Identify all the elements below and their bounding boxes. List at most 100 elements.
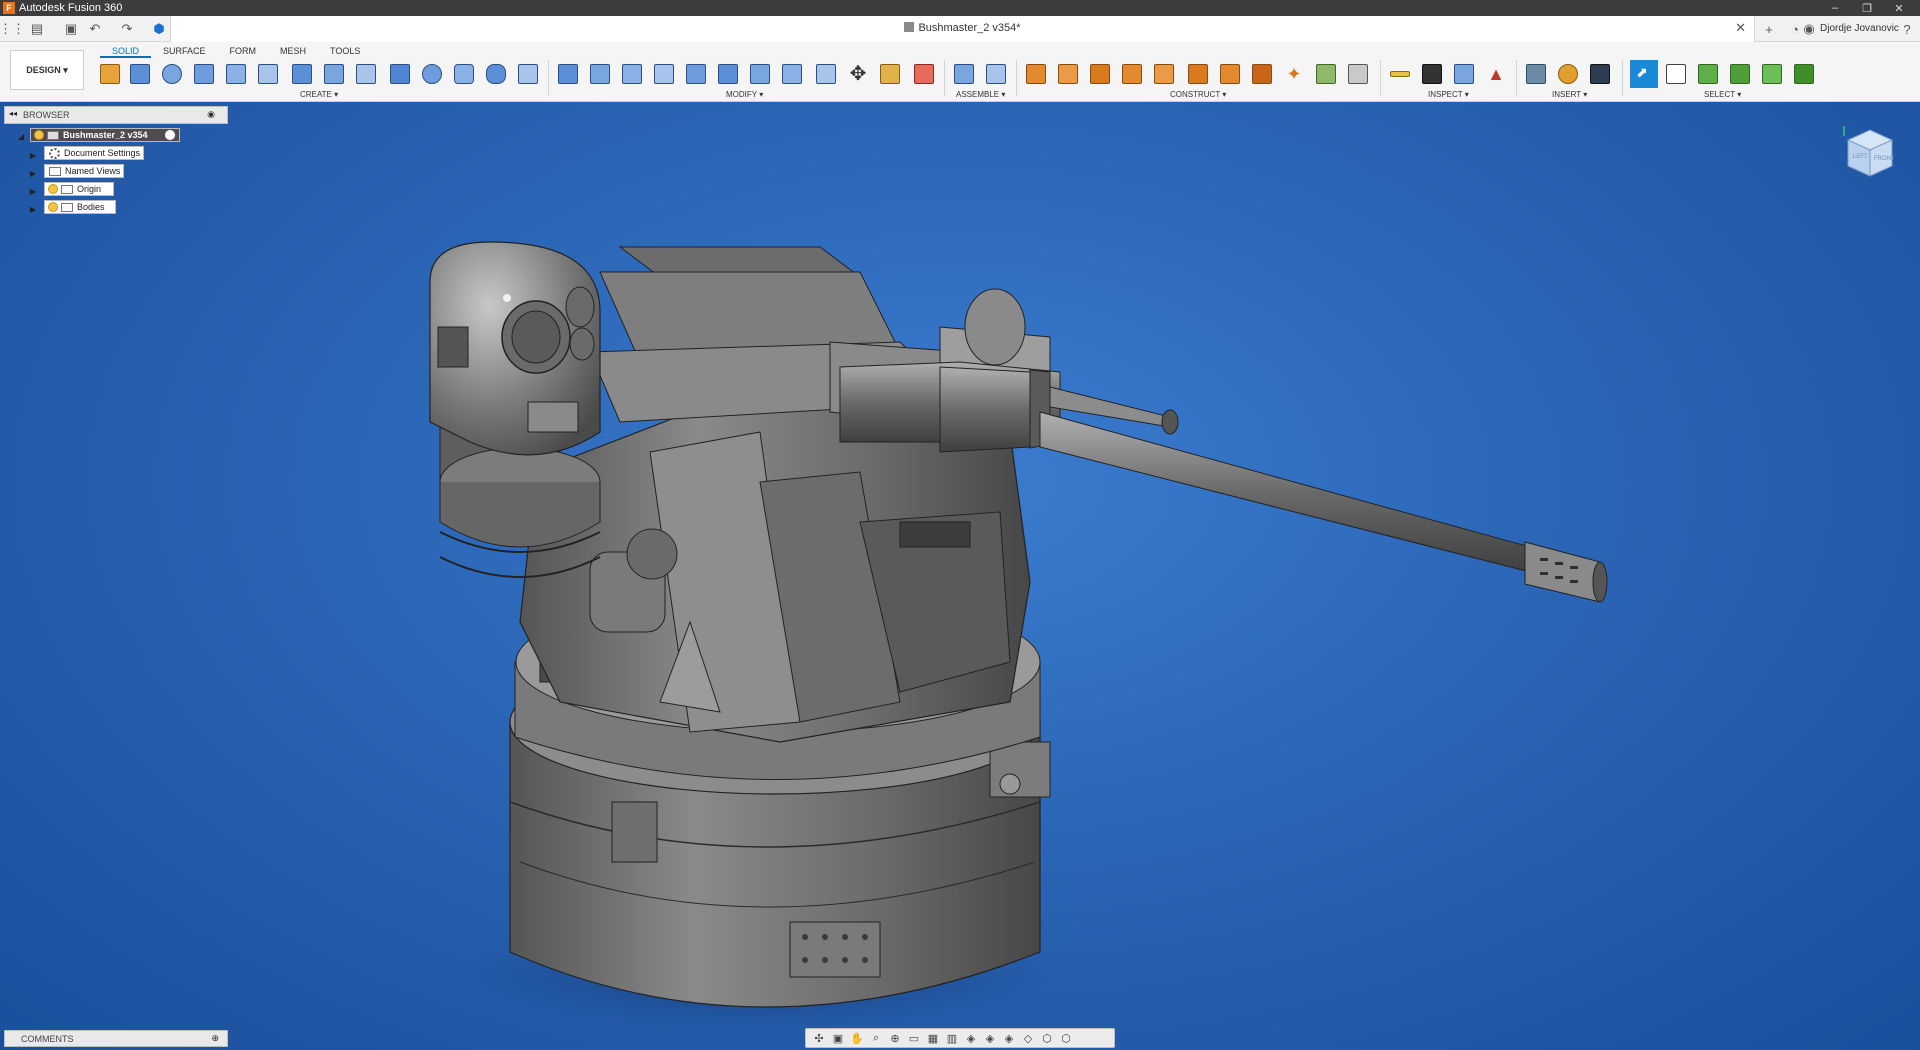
browser-item-bodies[interactable]: Bodies: [44, 200, 116, 214]
tab-surface[interactable]: SURFACE: [151, 45, 218, 58]
web-tool[interactable]: [290, 62, 314, 86]
look-at-icon[interactable]: ▣: [831, 1031, 845, 1045]
viewports-icon[interactable]: ▥: [945, 1031, 959, 1045]
pattern-tool[interactable]: [354, 62, 378, 86]
align-tool[interactable]: [878, 62, 902, 86]
expand-arrow-icon[interactable]: ▶: [28, 168, 38, 178]
browser-item-named-views[interactable]: Named Views: [44, 164, 124, 178]
point-tool[interactable]: ✦: [1282, 62, 1306, 86]
sphere-tool[interactable]: [420, 62, 444, 86]
chamfer-tool[interactable]: [620, 62, 644, 86]
new-tab-button[interactable]: +: [1760, 20, 1778, 38]
visibility-bulb-icon[interactable]: [48, 202, 58, 212]
scale-tool[interactable]: [716, 62, 740, 86]
zebra-analysis-tool[interactable]: ▲: [1484, 62, 1508, 86]
shell-tool[interactable]: [652, 62, 676, 86]
new-component-tool[interactable]: [952, 62, 976, 86]
revolve-tool[interactable]: [160, 62, 184, 86]
job-status-icon[interactable]: ⬢: [150, 20, 168, 38]
axis-perpendicular-tool[interactable]: [1218, 62, 1242, 86]
view-top-icon[interactable]: ◈: [983, 1031, 997, 1045]
axis-tool[interactable]: [1314, 62, 1338, 86]
loft-tool[interactable]: [224, 62, 248, 86]
canvas-viewport[interactable]: [0, 102, 1920, 1050]
select-tool[interactable]: ⬈: [1630, 60, 1658, 88]
assemble-menu[interactable]: ASSEMBLE ▾: [956, 90, 1005, 99]
browser-item-origin[interactable]: Origin: [44, 182, 114, 196]
create-menu[interactable]: CREATE ▾: [300, 90, 338, 99]
collapse-panel-icon[interactable]: ◂◂: [9, 109, 17, 118]
expand-arrow-icon[interactable]: ▶: [28, 204, 38, 214]
browser-item-document-settings[interactable]: Document Settings: [44, 146, 144, 160]
zoom-icon[interactable]: ⌕: [869, 1031, 883, 1045]
undo-icon[interactable]: ↶: [86, 20, 104, 38]
pan-icon[interactable]: ✋: [850, 1031, 864, 1045]
inspect-menu[interactable]: INSPECT ▾: [1428, 90, 1469, 99]
change-parameters-tool[interactable]: [912, 62, 936, 86]
section-analysis-tool[interactable]: [1452, 62, 1476, 86]
move-tool[interactable]: ✥: [846, 62, 870, 86]
close-tab-icon[interactable]: ✕: [1735, 20, 1746, 36]
document-tab[interactable]: Bushmaster_2 v354* ✕: [170, 16, 1755, 42]
view-cube-icon[interactable]: ⬡: [1059, 1031, 1073, 1045]
split-face-tool[interactable]: [814, 62, 838, 86]
replace-face-tool[interactable]: [780, 62, 804, 86]
visibility-bulb-icon[interactable]: [34, 130, 44, 140]
pipe-tool[interactable]: [322, 62, 346, 86]
user-name[interactable]: Djordje Jovanovic: [1820, 23, 1899, 34]
combine-tool[interactable]: [748, 62, 772, 86]
expand-arrow-icon[interactable]: ▶: [28, 186, 38, 196]
pin-icon[interactable]: ◉: [207, 109, 215, 120]
selection-priority-tool[interactable]: [1696, 62, 1720, 86]
redo-icon[interactable]: ↷: [118, 20, 136, 38]
workspace-switcher[interactable]: DESIGN ▾: [10, 50, 84, 90]
coil-tool[interactable]: [484, 62, 508, 86]
expand-arrow-icon[interactable]: ▶: [28, 150, 38, 160]
extrude-tool[interactable]: [128, 62, 152, 86]
data-panel-grid-icon[interactable]: ⋮⋮: [0, 20, 25, 38]
selection-filters-tool[interactable]: [1728, 62, 1752, 86]
browser-root-node[interactable]: Bushmaster_2 v354: [30, 128, 180, 142]
display-settings-icon[interactable]: ▭: [907, 1031, 921, 1045]
select-menu[interactable]: SELECT ▾: [1704, 90, 1741, 99]
fit-icon[interactable]: ⊕: [888, 1031, 902, 1045]
window-selection-tool[interactable]: [1664, 62, 1688, 86]
help-icon[interactable]: ?: [1898, 20, 1916, 38]
sweep-tool[interactable]: [192, 62, 216, 86]
insert-canvas-tool[interactable]: [1524, 62, 1548, 86]
draft-tool[interactable]: [684, 62, 708, 86]
box-tool[interactable]: [388, 62, 412, 86]
fillet-tool[interactable]: [588, 62, 612, 86]
view-front-icon[interactable]: ◈: [964, 1031, 978, 1045]
activate-radio-icon[interactable]: [164, 129, 176, 141]
close-window-button[interactable]: ✕: [1884, 0, 1914, 16]
create-sketch-tool[interactable]: [98, 62, 122, 86]
tab-mesh[interactable]: MESH: [268, 45, 318, 58]
rib-tool[interactable]: [256, 62, 280, 86]
construct-menu[interactable]: CONSTRUCT ▾: [1170, 90, 1226, 99]
plane-along-path-tool[interactable]: [1250, 62, 1274, 86]
interference-tool[interactable]: [1420, 62, 1444, 86]
view-home-icon[interactable]: ⬡: [1040, 1031, 1054, 1045]
insert-mcmaster-tool[interactable]: [1556, 62, 1580, 86]
root-expander-icon[interactable]: ◢: [16, 131, 26, 141]
joint-tool[interactable]: [984, 62, 1008, 86]
insert-menu[interactable]: INSERT ▾: [1552, 90, 1587, 99]
minimize-button[interactable]: –: [1820, 0, 1850, 16]
offset-plane-tool[interactable]: [1024, 62, 1048, 86]
tangent-plane-tool[interactable]: [1088, 62, 1112, 86]
midplane-tool[interactable]: [1120, 62, 1144, 86]
grid-settings-icon[interactable]: ▦: [926, 1031, 940, 1045]
select-grid-tool[interactable]: [1792, 62, 1816, 86]
plane-through-points-tool[interactable]: [1152, 62, 1176, 86]
orbit-icon[interactable]: ✣: [812, 1031, 826, 1045]
browser-panel-header[interactable]: ◂◂ BROWSER ◉: [4, 106, 228, 124]
insert-decal-tool[interactable]: [1588, 62, 1612, 86]
restore-button[interactable]: ❐: [1852, 0, 1882, 16]
viewcube[interactable]: LEFT FRONT: [1840, 122, 1900, 182]
plane-at-angle-tool[interactable]: [1056, 62, 1080, 86]
comments-panel[interactable]: COMMENTS ⊕: [4, 1030, 228, 1047]
select-through-tool[interactable]: [1760, 62, 1784, 86]
add-comment-icon[interactable]: ⊕: [211, 1033, 219, 1044]
measure-tool[interactable]: [1388, 62, 1412, 86]
